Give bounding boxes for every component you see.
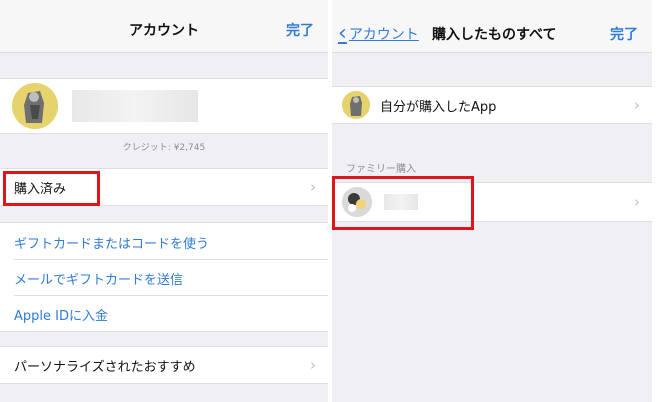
done-button[interactable]: 完了 — [610, 24, 638, 44]
user-avatar — [342, 91, 370, 119]
navigation-bar: ‹ アカウント 購入したものすべて 完了 — [332, 0, 652, 53]
avatar-image — [12, 83, 58, 129]
personalized-label: パーソナライズされたおすすめ — [14, 359, 196, 375]
done-button[interactable]: 完了 — [286, 20, 314, 40]
chevron-right-icon: › — [634, 96, 640, 114]
account-panel: アカウント 完了 クレジット: ¥2,745 購入済み › ギフトカードまたはコ… — [0, 0, 328, 402]
profile-row[interactable] — [0, 78, 328, 134]
family-section-header: ファミリー購入 — [346, 164, 416, 175]
chevron-right-icon: › — [310, 178, 316, 196]
nav-title: 購入したものすべて — [432, 27, 557, 43]
chevron-left-icon: ‹ — [338, 21, 347, 46]
send-gift-card-link[interactable]: メールでギフトカードを送信 — [14, 269, 183, 288]
back-button[interactable]: ‹ アカウント — [338, 21, 419, 46]
highlight-box — [3, 171, 100, 206]
user-avatar — [12, 83, 58, 129]
divider — [14, 295, 328, 296]
nav-title: アカウント — [129, 23, 199, 39]
all-purchases-panel: ‹ アカウント 購入したものすべて 完了 自分が購入したApp › ファミリー購… — [332, 0, 652, 402]
my-purchases-row[interactable]: 自分が購入したApp › — [332, 86, 652, 124]
chevron-right-icon: › — [634, 193, 640, 211]
my-purchases-label: 自分が購入したApp — [380, 99, 497, 115]
gift-links-group: ギフトカードまたはコードを使う メールでギフトカードを送信 Apple IDに入… — [0, 222, 328, 332]
redeem-gift-card-link[interactable]: ギフトカードまたはコードを使う — [14, 233, 209, 252]
chevron-right-icon: › — [310, 356, 316, 374]
divider — [14, 259, 328, 260]
add-funds-link[interactable]: Apple IDに入金 — [14, 305, 108, 324]
back-label: アカウント — [348, 27, 419, 43]
avatar-image — [342, 91, 370, 119]
credit-balance: クレジット: ¥2,745 — [122, 143, 206, 153]
highlight-box — [332, 176, 474, 230]
account-name-redacted — [72, 90, 198, 122]
personalized-recommendations-row[interactable]: パーソナライズされたおすすめ › — [0, 346, 328, 384]
navigation-bar: アカウント 完了 — [0, 0, 328, 53]
